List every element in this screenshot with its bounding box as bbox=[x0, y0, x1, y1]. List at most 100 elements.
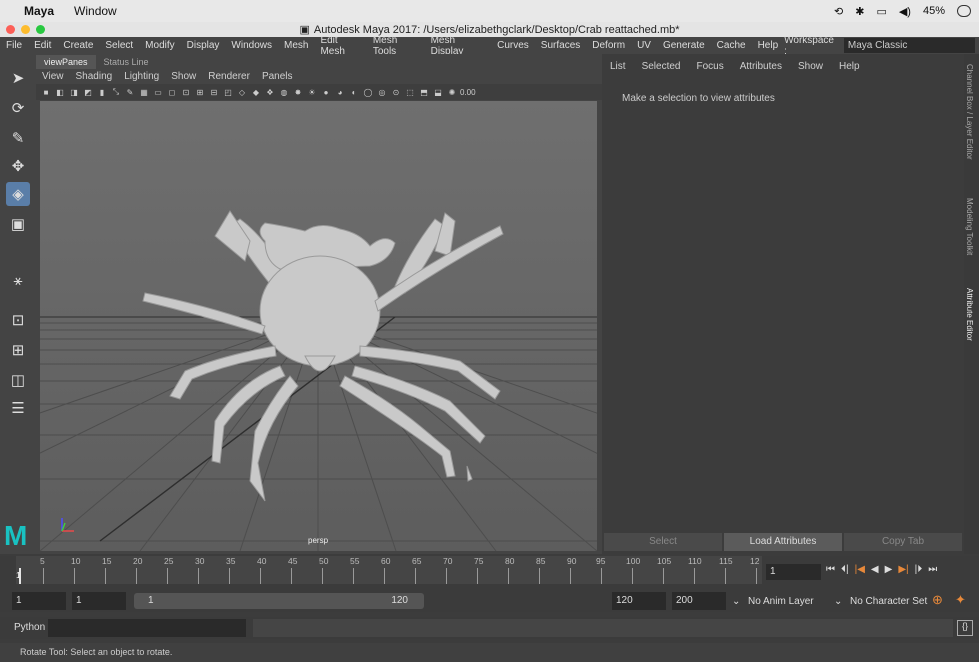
wireframe-icon[interactable]: ◇ bbox=[236, 88, 248, 97]
crab-mesh[interactable] bbox=[142, 210, 504, 502]
mac-app-name[interactable]: Maya bbox=[24, 4, 54, 18]
character-set-chevron-icon[interactable]: ⌄ bbox=[834, 596, 842, 607]
textured-icon[interactable]: ◍ bbox=[278, 88, 290, 97]
animation-prefs-icon[interactable]: ✦ bbox=[955, 592, 966, 608]
menu-curves[interactable]: Curves bbox=[491, 40, 535, 51]
ae-menu-list[interactable]: List bbox=[602, 61, 634, 72]
four-layout-icon[interactable]: ⊞ bbox=[6, 338, 30, 362]
bookmark-icon[interactable]: ◨ bbox=[68, 88, 80, 97]
minimize-window-button[interactable] bbox=[21, 25, 30, 34]
film-gate-icon[interactable]: ▭ bbox=[152, 88, 164, 97]
anim-start-field[interactable]: 1 bbox=[12, 592, 66, 610]
image-plane-icon[interactable]: ▮ bbox=[96, 88, 108, 97]
command-input[interactable] bbox=[48, 619, 246, 637]
backface-icon[interactable]: ⬓ bbox=[432, 88, 444, 97]
depth-of-field-icon[interactable]: ◯ bbox=[362, 88, 374, 97]
viewport-persp[interactable]: persp bbox=[40, 101, 597, 551]
step-back-frame-icon[interactable]: ⏴| bbox=[841, 564, 849, 575]
menu-generate[interactable]: Generate bbox=[657, 40, 711, 51]
panel-menu-view[interactable]: View bbox=[36, 71, 70, 82]
camera-attr-icon[interactable]: ◧ bbox=[54, 88, 66, 97]
playback-end-field[interactable]: 120 bbox=[612, 592, 666, 610]
current-frame-field[interactable]: 1 bbox=[766, 564, 821, 580]
xray-components-icon[interactable]: ⬒ bbox=[418, 88, 430, 97]
menu-mesh[interactable]: Mesh bbox=[278, 40, 314, 51]
menu-windows[interactable]: Windows bbox=[225, 40, 278, 51]
anim-layer-select[interactable]: No Anim Layer bbox=[748, 596, 814, 607]
ae-copy-tab-button[interactable]: Copy Tab bbox=[844, 533, 962, 551]
smooth-shade-icon[interactable]: ◆ bbox=[250, 88, 262, 97]
move-tool-icon[interactable]: ✥ bbox=[6, 154, 30, 178]
ae-menu-selected[interactable]: Selected bbox=[634, 61, 689, 72]
ae-menu-attributes[interactable]: Attributes bbox=[732, 61, 790, 72]
menu-file[interactable]: File bbox=[0, 40, 28, 51]
exposure-value[interactable]: 0.00 bbox=[460, 88, 476, 97]
command-language-label[interactable]: Python bbox=[14, 622, 45, 633]
lasso-tool-icon[interactable]: ⟳ bbox=[6, 96, 30, 120]
menu-help[interactable]: Help bbox=[752, 40, 785, 51]
select-tool-icon[interactable]: ➤ bbox=[6, 66, 30, 90]
grease-pencil-icon[interactable]: ✎ bbox=[124, 88, 136, 97]
anti-alias-icon[interactable]: ◐ bbox=[348, 88, 360, 97]
rotate-tool-icon[interactable]: ◈ bbox=[6, 182, 30, 206]
go-to-end-icon[interactable]: ⏭ bbox=[928, 564, 937, 575]
side-tab-channel-box[interactable]: Channel Box / Layer Editor bbox=[965, 64, 974, 160]
menu-uv[interactable]: UV bbox=[631, 40, 657, 51]
play-forward-icon[interactable]: ▶ bbox=[885, 564, 893, 575]
time-machine-icon[interactable]: ⟲ bbox=[834, 5, 843, 18]
shadows-icon[interactable]: ☀ bbox=[306, 88, 318, 97]
menu-cache[interactable]: Cache bbox=[711, 40, 752, 51]
close-window-button[interactable] bbox=[6, 25, 15, 34]
zoom-window-button[interactable] bbox=[36, 25, 45, 34]
step-forward-key-icon[interactable]: ▶| bbox=[898, 564, 908, 575]
bookmark2-icon[interactable]: ◩ bbox=[82, 88, 94, 97]
menu-create[interactable]: Create bbox=[57, 40, 99, 51]
range-slider-bar[interactable]: 1 120 bbox=[134, 593, 424, 609]
anim-layer-chevron-icon[interactable]: ⌄ bbox=[732, 596, 740, 607]
mac-menu-window[interactable]: Window bbox=[74, 4, 117, 18]
ae-select-button[interactable]: Select bbox=[604, 533, 722, 551]
playhead[interactable] bbox=[19, 568, 21, 584]
workspace-select[interactable]: Maya Classic bbox=[843, 38, 975, 53]
panel-menu-show[interactable]: Show bbox=[165, 71, 202, 82]
ambient-occlusion-icon[interactable]: ● bbox=[320, 88, 332, 97]
menu-deform[interactable]: Deform bbox=[586, 40, 631, 51]
auto-key-icon[interactable]: ⊕ bbox=[932, 592, 943, 608]
side-tab-attribute-editor[interactable]: Attribute Editor bbox=[965, 288, 974, 341]
two-layout-icon[interactable]: ◫ bbox=[6, 368, 30, 392]
bluetooth-icon[interactable]: ✱ bbox=[855, 5, 864, 18]
ae-menu-show[interactable]: Show bbox=[790, 61, 831, 72]
safe-action-icon[interactable]: ⊟ bbox=[208, 88, 220, 97]
menu-edit[interactable]: Edit bbox=[28, 40, 57, 51]
ae-load-attributes-button[interactable]: Load Attributes bbox=[724, 533, 842, 551]
panel-menu-panels[interactable]: Panels bbox=[256, 71, 299, 82]
step-back-key-icon[interactable]: |◀ bbox=[855, 564, 865, 575]
menu-surfaces[interactable]: Surfaces bbox=[535, 40, 586, 51]
grid-icon[interactable]: ▦ bbox=[138, 88, 150, 97]
lights-icon[interactable]: ✸ bbox=[292, 88, 304, 97]
camera-icon[interactable]: ■ bbox=[40, 88, 52, 97]
resolution-gate-icon[interactable]: ◻ bbox=[166, 88, 178, 97]
go-to-start-icon[interactable]: ⏮ bbox=[826, 564, 835, 575]
paint-select-tool-icon[interactable]: ✎ bbox=[6, 126, 30, 150]
gate-mask-icon[interactable]: ⊡ bbox=[180, 88, 192, 97]
xray-icon[interactable]: ⊙ bbox=[390, 88, 402, 97]
menu-modify[interactable]: Modify bbox=[139, 40, 180, 51]
ae-menu-focus[interactable]: Focus bbox=[688, 61, 731, 72]
side-tab-modeling-toolkit[interactable]: Modeling Toolkit bbox=[965, 198, 974, 255]
volume-icon[interactable]: ◀) bbox=[899, 5, 911, 18]
two-d-pan-icon[interactable]: ⤡ bbox=[110, 87, 122, 97]
battery-icon[interactable] bbox=[957, 5, 971, 17]
tab-status-line[interactable]: Status Line bbox=[96, 55, 157, 69]
outliner-layout-icon[interactable]: ☰ bbox=[6, 396, 30, 420]
panel-menu-shading[interactable]: Shading bbox=[70, 71, 119, 82]
gamma-icon[interactable]: ✺ bbox=[446, 88, 458, 97]
ae-menu-help[interactable]: Help bbox=[831, 61, 868, 72]
last-tool-icon[interactable]: ⚹ bbox=[6, 268, 30, 292]
anim-end-field[interactable]: 200 bbox=[672, 592, 726, 610]
tab-viewpanes[interactable]: viewPanes bbox=[36, 55, 96, 69]
time-ruler[interactable]: 1 5 10 15 20 25 30 35 40 45 50 55 60 65 … bbox=[16, 556, 762, 584]
playback-start-field[interactable]: 1 bbox=[72, 592, 126, 610]
character-set-select[interactable]: No Character Set bbox=[850, 596, 927, 607]
wireframe-on-shaded-icon[interactable]: ❖ bbox=[264, 88, 276, 97]
